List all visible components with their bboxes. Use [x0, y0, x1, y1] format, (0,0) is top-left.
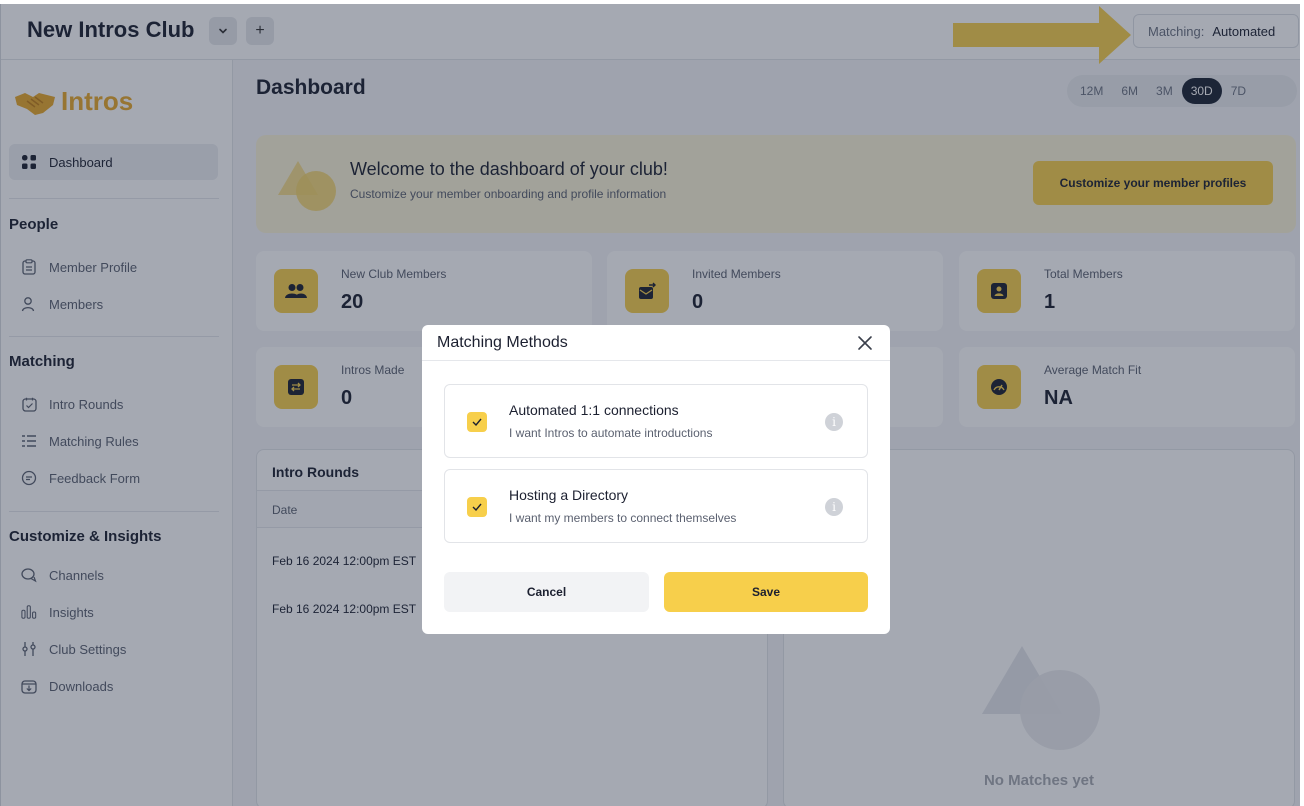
- checkmark-icon: [472, 418, 482, 426]
- info-icon[interactable]: i: [825, 498, 843, 516]
- cancel-button[interactable]: Cancel: [444, 572, 649, 612]
- info-icon[interactable]: i: [825, 413, 843, 431]
- option-hosting-directory[interactable]: Hosting a Directory I want my members to…: [444, 469, 868, 543]
- option-subtitle: I want my members to connect themselves: [509, 511, 737, 525]
- checkbox-directory[interactable]: [467, 497, 487, 517]
- matching-methods-dialog: Matching Methods Automated 1:1 connectio…: [422, 325, 890, 634]
- checkbox-automated[interactable]: [467, 412, 487, 432]
- save-button[interactable]: Save: [664, 572, 868, 612]
- dialog-title: Matching Methods: [437, 334, 568, 351]
- close-icon[interactable]: [856, 334, 874, 352]
- option-title: Automated 1:1 connections: [509, 402, 679, 418]
- option-automated-connections[interactable]: Automated 1:1 connections I want Intros …: [444, 384, 868, 458]
- option-title: Hosting a Directory: [509, 487, 629, 503]
- checkmark-icon: [472, 503, 482, 511]
- dialog-header: Matching Methods: [422, 325, 890, 361]
- option-subtitle: I want Intros to automate introductions: [509, 426, 713, 440]
